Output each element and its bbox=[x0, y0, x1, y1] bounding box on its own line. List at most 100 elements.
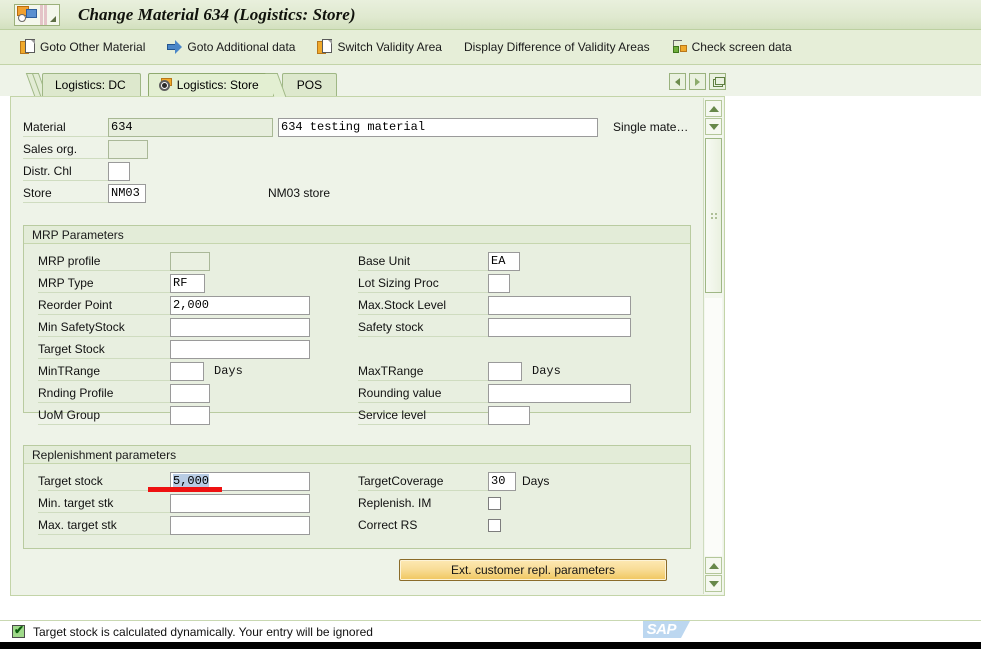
input-safety-stock[interactable] bbox=[488, 317, 631, 337]
label-max-stock-level: Max.Stock Level bbox=[358, 296, 488, 315]
label-sales-org: Sales org. bbox=[23, 140, 108, 159]
main-form-panel: Material 634 634 testing material Single… bbox=[10, 96, 725, 596]
field-row-max-trange: MaxTRange Days bbox=[358, 361, 561, 381]
input-max-trange[interactable] bbox=[488, 361, 522, 381]
scrollbar-grip-icon bbox=[711, 213, 718, 220]
tab-logistics-dc[interactable]: Logistics: DC bbox=[42, 73, 154, 97]
label-replenish-im: Replenish. IM bbox=[358, 495, 432, 510]
group-replenishment-parameters: Replenishment parameters Target stock 5,… bbox=[23, 445, 691, 549]
tab-list-icon bbox=[712, 77, 725, 87]
label-base-unit: Base Unit bbox=[358, 252, 488, 271]
annotation-underline-target-stock bbox=[148, 487, 222, 492]
tab-next-button[interactable] bbox=[689, 73, 706, 90]
input-min-safety-stock[interactable] bbox=[170, 317, 310, 337]
form-vertical-scrollbar[interactable] bbox=[703, 98, 723, 594]
field-row-sales-org: Sales org. bbox=[23, 139, 148, 159]
input-distr-chl[interactable] bbox=[108, 161, 130, 181]
input-min-target-stk[interactable] bbox=[170, 493, 310, 513]
check-screen-icon bbox=[672, 39, 688, 55]
scroll-up-button[interactable] bbox=[705, 100, 722, 117]
label-min-target-stk: Min. target stk bbox=[38, 494, 170, 513]
window-bottom-edge bbox=[0, 642, 981, 649]
input-min-trange[interactable] bbox=[170, 361, 204, 381]
checkbox-correct-rs[interactable] bbox=[488, 518, 501, 532]
suffix-max-trange-days: Days bbox=[532, 364, 561, 378]
input-material[interactable]: 634 bbox=[108, 117, 273, 137]
checkbox-replenish-im[interactable] bbox=[488, 496, 501, 510]
field-row-reorder-point: Reorder Point 2,000 bbox=[38, 295, 310, 315]
field-row-rounding-value: Rounding value bbox=[358, 383, 631, 403]
input-sales-org[interactable] bbox=[108, 139, 148, 159]
suffix-target-coverage-days: Days bbox=[522, 474, 550, 488]
store-description: NM03 store bbox=[268, 186, 331, 200]
input-store[interactable]: NM03 bbox=[108, 183, 146, 203]
sap-session-icon[interactable] bbox=[14, 3, 60, 26]
input-max-stock-level[interactable] bbox=[488, 295, 631, 315]
arrow-up-icon bbox=[708, 562, 719, 569]
field-row-min-target-stk: Min. target stk bbox=[38, 493, 310, 513]
tab-label: POS bbox=[296, 78, 323, 92]
input-material-description[interactable]: 634 testing material bbox=[278, 117, 598, 137]
label-max-trange: MaxTRange bbox=[358, 362, 488, 381]
tab-prev-button[interactable] bbox=[669, 73, 686, 90]
toolbar-button-goto-other-material[interactable]: Goto Other Material bbox=[18, 35, 147, 59]
group-title-mrp: MRP Parameters bbox=[32, 228, 124, 242]
label-min-safety-stock: Min SafetyStock bbox=[38, 318, 170, 337]
field-row-correct-rs: Correct RS bbox=[358, 515, 501, 535]
green-check-icon: ✔ bbox=[12, 623, 25, 638]
label-rnding-profile: Rnding Profile bbox=[38, 384, 170, 403]
form-content: Material 634 634 testing material Single… bbox=[11, 97, 703, 597]
field-row-mrp-type: MRP Type RF bbox=[38, 273, 205, 293]
speech-bubble-icon bbox=[17, 6, 37, 23]
tab-strip: Logistics: DC Logistics: Store POS bbox=[0, 65, 981, 97]
input-mrp-profile[interactable] bbox=[170, 251, 210, 271]
input-mrp-type[interactable]: RF bbox=[170, 273, 205, 293]
ext-customer-repl-parameters-button[interactable]: Ext. customer repl. parameters bbox=[399, 559, 667, 581]
scroll-down-button[interactable] bbox=[705, 118, 722, 135]
input-base-unit[interactable]: EA bbox=[488, 251, 520, 271]
tab-label: Logistics: Store bbox=[176, 78, 259, 92]
toolbar-button-check-screen-data[interactable]: Check screen data bbox=[670, 35, 794, 59]
input-rnding-profile[interactable] bbox=[170, 383, 210, 403]
arrow-up-icon bbox=[708, 105, 719, 112]
input-target-coverage[interactable]: 30 bbox=[488, 471, 516, 491]
label-min-trange: MinTRange bbox=[38, 362, 170, 381]
field-row-mrp-profile: MRP profile bbox=[38, 251, 210, 271]
input-service-level[interactable] bbox=[488, 405, 530, 425]
input-lot-sizing-proc[interactable] bbox=[488, 273, 510, 293]
tab-label: Logistics: DC bbox=[55, 78, 126, 92]
field-row-distr-chl: Distr. Chl bbox=[23, 161, 130, 181]
input-target-stock-mrp[interactable] bbox=[170, 339, 310, 359]
toolbar-label: Goto Other Material bbox=[40, 40, 146, 54]
input-rounding-value[interactable] bbox=[488, 383, 631, 403]
toolbar-button-display-difference-of-validity-areas[interactable]: Display Difference of Validity Areas bbox=[462, 35, 652, 59]
field-row-rnding-profile: Rnding Profile bbox=[38, 383, 210, 403]
input-max-target-stk[interactable] bbox=[170, 515, 310, 535]
label-mrp-type: MRP Type bbox=[38, 274, 170, 293]
label-mrp-profile: MRP profile bbox=[38, 252, 170, 271]
tab-pos[interactable]: POS bbox=[281, 73, 350, 97]
input-reorder-point[interactable]: 2,000 bbox=[170, 295, 310, 315]
toolbar-label: Switch Validity Area bbox=[337, 40, 442, 54]
sap-logo: SAP bbox=[642, 621, 691, 638]
label-rounding-value: Rounding value bbox=[358, 384, 488, 403]
scrollbar-track[interactable] bbox=[705, 298, 722, 556]
scroll-page-up-button[interactable] bbox=[705, 557, 722, 574]
scrollbar-thumb[interactable] bbox=[705, 138, 722, 293]
field-row-min-safety-stock: Min SafetyStock bbox=[38, 317, 310, 337]
toolbar-label: Goto Additional data bbox=[187, 40, 296, 54]
arrow-down-icon bbox=[708, 123, 719, 130]
tab-list-button[interactable] bbox=[709, 73, 726, 90]
group-mrp-parameters: MRP Parameters MRP profile MRP Type RF R… bbox=[23, 225, 691, 425]
field-row-service-level: Service level bbox=[358, 405, 530, 425]
clipboard-icon bbox=[317, 39, 333, 55]
field-row-uom-group: UoM Group bbox=[38, 405, 210, 425]
tab-logistics-store[interactable]: Logistics: Store bbox=[147, 73, 287, 97]
toolbar-button-goto-additional-data[interactable]: Goto Additional data bbox=[165, 35, 297, 59]
label-distr-chl: Distr. Chl bbox=[23, 162, 108, 181]
scroll-page-down-button[interactable] bbox=[705, 575, 722, 592]
input-uom-group[interactable] bbox=[170, 405, 210, 425]
toolbar-button-switch-validity-area[interactable]: Switch Validity Area bbox=[315, 35, 444, 59]
label-target-stock-mrp: Target Stock bbox=[38, 340, 170, 359]
toolbar-label: Check screen data bbox=[691, 40, 792, 54]
